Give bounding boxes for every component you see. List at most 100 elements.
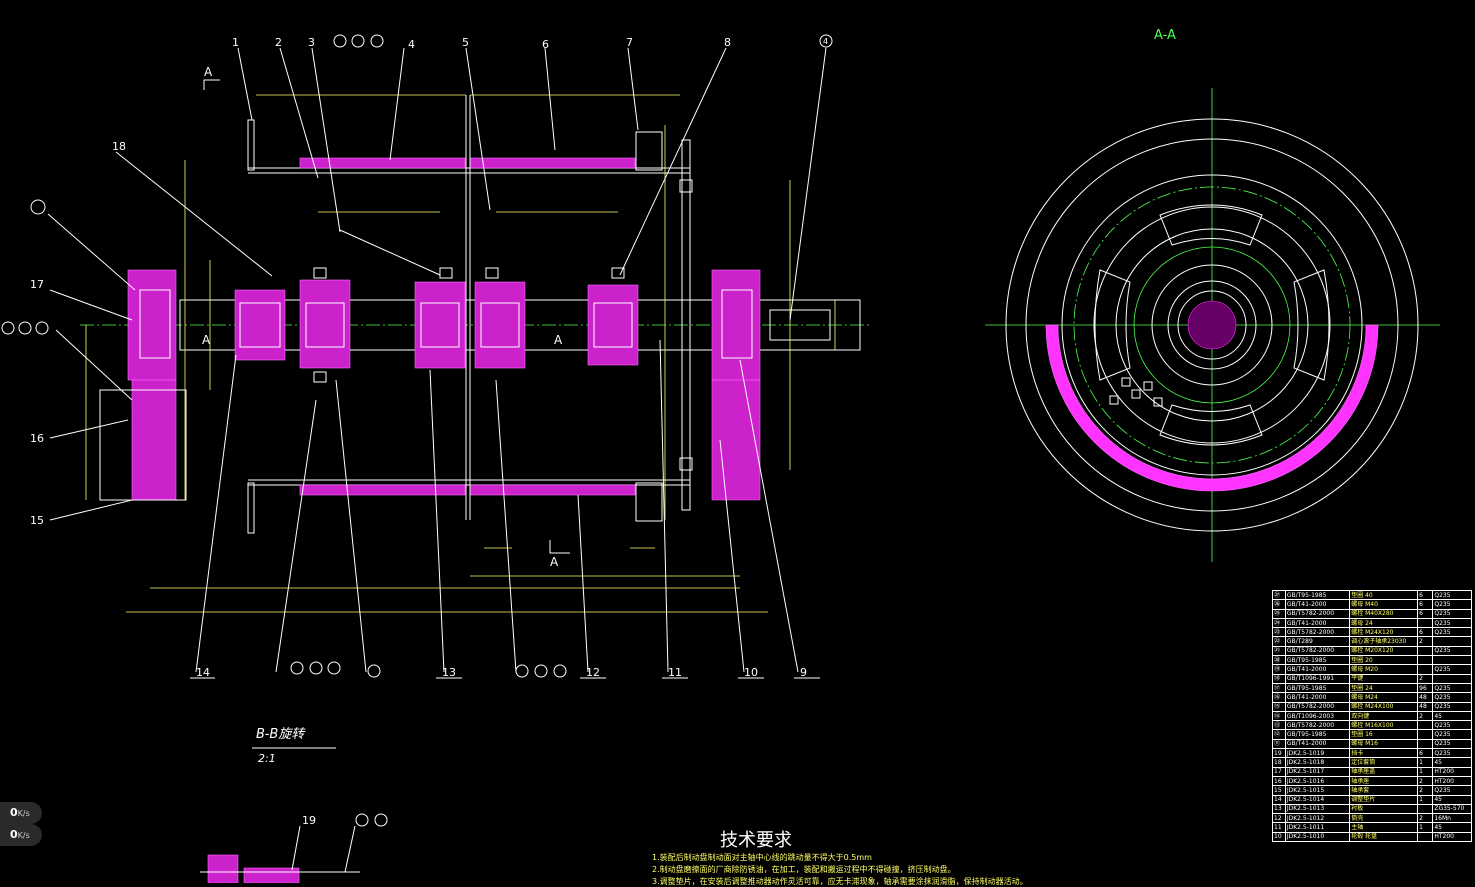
- bb-leader-13: [344, 825, 356, 873]
- tech-requirement-3: 3.调整垫片，在安装后调整推动器动作灵活可靠，应无卡滞现象，轴承需要涂抹润滑脂，…: [652, 877, 1028, 886]
- bom-row: ㉑ GB/T5782-2000 螺栓 M20X120 Q235: [1272, 645, 1472, 657]
- left-bearing-housing: [127, 269, 177, 381]
- aa-window-top: [1159, 204, 1263, 246]
- bom-cell: 挡卡: [1349, 748, 1419, 759]
- bom-cell: 调整垫片: [1349, 794, 1419, 805]
- bom-cell: GB/T95-1985: [1284, 682, 1351, 694]
- aa-bolt-e: [1109, 395, 1119, 405]
- bom-cell: 15: [1272, 785, 1286, 796]
- bom-cell: Q235: [1432, 692, 1472, 703]
- bom-cell: ㉔: [1272, 617, 1286, 629]
- bom-cell: GB/T41-2000: [1284, 692, 1351, 703]
- bom-cell: 螺母 M40: [1349, 599, 1419, 610]
- callouts-top: 1 2 3 4 5 6 7 8: [232, 36, 731, 51]
- bom-cell: GB/T95-1985: [1284, 589, 1351, 601]
- hub-4: [587, 284, 639, 366]
- bom-cell: ⑫: [1272, 729, 1286, 740]
- bom-row: ㉕ GB/T5782-2000 螺栓 M40X280 6 Q235: [1272, 608, 1472, 619]
- bom-cell: 螺栓 M24X100: [1349, 701, 1419, 712]
- bom-cell: JDK2.5-1013: [1284, 803, 1351, 815]
- callout-10: 10: [744, 666, 758, 679]
- right-shell-flange-bottom: [635, 482, 663, 522]
- left-bearing-pedestal: [131, 379, 177, 501]
- bom-cell: 螺栓 M40X280: [1349, 608, 1419, 619]
- aa-bolt-c: [1143, 381, 1153, 391]
- bom-cell: 2: [1417, 785, 1434, 796]
- bom-cell: ⑲: [1272, 664, 1286, 675]
- bom-cell: ⑱: [1272, 673, 1286, 684]
- bom-cell: Q235: [1432, 617, 1472, 629]
- callout-2: 2: [275, 36, 282, 49]
- bom-cell: 螺母 24: [1349, 617, 1419, 629]
- bom-cell: Q235: [1432, 701, 1472, 712]
- bom-cell: 48: [1417, 701, 1434, 712]
- section-a-mid-label: A: [554, 333, 563, 347]
- bom-cell: GB/T5782-2000: [1284, 627, 1351, 638]
- bom-cell: HT200: [1432, 831, 1472, 843]
- bom-row: 16 JDK2.5-1016 轴承座 2 HT200: [1272, 775, 1472, 787]
- callout-8: 8: [724, 36, 731, 49]
- bom-cell: GB/T289: [1284, 636, 1351, 647]
- bom-cell: 6: [1417, 748, 1434, 759]
- bb-leader-19: [291, 825, 301, 871]
- bb-part-b: [243, 867, 300, 883]
- bom-cell: Q235: [1432, 720, 1472, 731]
- bom-cell: ㉗: [1272, 589, 1286, 601]
- callout-7: 7: [626, 36, 633, 49]
- section-a-bottom-label: A: [550, 555, 559, 569]
- bom-row: 12 JDK2.5-1012 筒壳 2 16Mn: [1272, 813, 1472, 824]
- bom-cell: 13: [1272, 803, 1286, 815]
- bom-cell: JDK2.5-1017: [1284, 766, 1351, 777]
- bom-cell: HT200: [1432, 766, 1472, 777]
- bom-cell: Q235: [1432, 589, 1472, 601]
- callout-13: 13: [442, 666, 456, 679]
- bom-cell: Q235: [1432, 599, 1472, 610]
- bom-cell: JDK2.5-1014: [1284, 794, 1351, 805]
- bom-cell: 螺栓 M16X100: [1349, 720, 1419, 731]
- hub-1: [299, 279, 351, 369]
- bom-cell: 轮毂 轮盘: [1349, 831, 1419, 843]
- bom-cell: 45: [1432, 757, 1472, 768]
- upload-speed-indicator: 0K/s: [0, 802, 42, 824]
- bom-cell: 垫圈 20: [1349, 655, 1419, 666]
- bom-cell: GB/T5782-2000: [1284, 720, 1351, 731]
- bom-cell: 10: [1272, 831, 1286, 843]
- bom-cell: 螺母 M24: [1349, 692, 1419, 703]
- section-bb-title: B-B旋转: [256, 727, 305, 742]
- bb-part-a: [207, 854, 239, 883]
- bom-row: 10 JDK2.5-1010 轮毂 轮盘 HT200: [1272, 831, 1472, 843]
- callout-1: 1: [232, 36, 239, 49]
- bom-cell: JDK2.5-1019: [1284, 748, 1351, 759]
- tech-requirements-title: 技术要求: [720, 830, 792, 851]
- bom-cell: 1: [1417, 757, 1434, 768]
- bom-row: 19 JDK2.5-1019 挡卡 6 Q235: [1272, 748, 1472, 759]
- bom-cell: [1417, 803, 1434, 815]
- bom-cell: [1417, 738, 1434, 750]
- cad-drawing-canvas[interactable]: 1 2 3 4 5 6 7 8 4 18 17 16 15 14 13 12 1…: [0, 0, 1475, 886]
- tech-requirement-1: 1.装配后制动盘制动面对主轴中心线的跳动量不得大于0.5mm: [652, 853, 872, 862]
- bom-cell: Q235: [1432, 738, 1472, 750]
- callout-9: 9: [800, 666, 807, 679]
- bom-cell: 调心滚子轴承23030: [1349, 636, 1419, 647]
- section-a-left-label: A: [202, 333, 211, 347]
- bom-row: ⑭ GB/T1096-2003 双向键 2 45: [1272, 710, 1472, 722]
- bom-cell: 2: [1417, 813, 1434, 824]
- callout-3: 3: [308, 36, 315, 49]
- view-aa: A-A: [985, 28, 1440, 562]
- bom-cell: 2: [1417, 673, 1434, 684]
- bom-cell: Q235: [1432, 645, 1472, 657]
- bom-cell: 45: [1432, 822, 1472, 833]
- bolt-4: [485, 267, 499, 279]
- bom-cell: [1432, 673, 1472, 684]
- callout-16: 16: [30, 432, 44, 445]
- bolt-1: [313, 267, 327, 279]
- callout-14: 14: [196, 666, 210, 679]
- bom-cell: [1417, 645, 1434, 657]
- callout-5: 5: [462, 36, 469, 49]
- bom-row: ⑪ GB/T41-2000 螺母 M16 Q235: [1272, 738, 1472, 750]
- bolt-3: [439, 267, 453, 279]
- bom-cell: ㉓: [1272, 627, 1286, 638]
- bom-cell: 14: [1272, 794, 1286, 805]
- bom-row: 17 JDK2.5-1017 轴承座盖 1 HT200: [1272, 766, 1472, 777]
- brace-rod: [339, 229, 441, 276]
